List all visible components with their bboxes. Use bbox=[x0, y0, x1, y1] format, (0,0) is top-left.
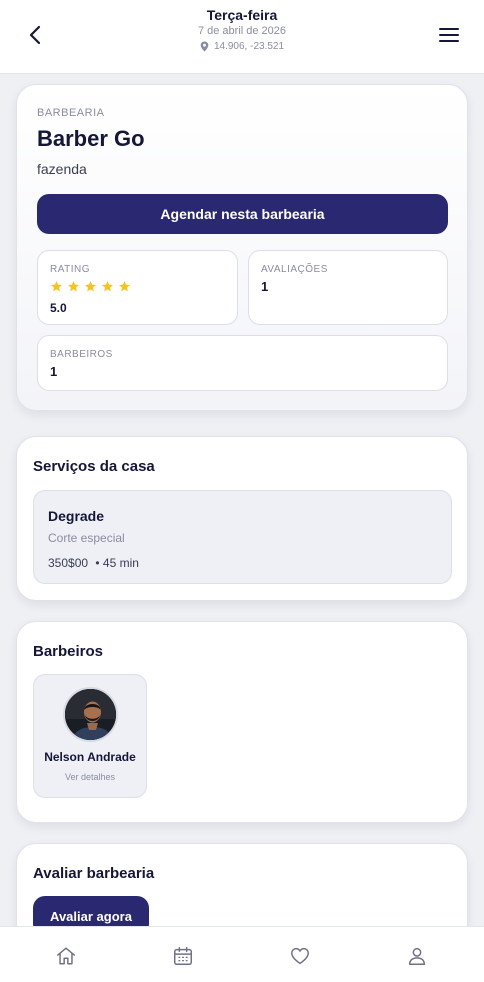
avatar bbox=[63, 687, 118, 742]
barbers-card: Barbeiros Nelson Andrade Ver detalhes bbox=[16, 621, 468, 823]
user-icon bbox=[408, 947, 426, 965]
barber-details-link[interactable]: Ver detalhes bbox=[34, 772, 146, 782]
app-header: Terça-feira 7 de abril de 2026 14.906, -… bbox=[0, 0, 484, 74]
service-duration: • 45 min bbox=[95, 556, 139, 570]
nav-calendar[interactable] bbox=[170, 943, 196, 969]
star-icon bbox=[51, 281, 62, 292]
star-icon bbox=[85, 281, 96, 292]
rating-stars bbox=[50, 280, 131, 293]
home-icon bbox=[57, 947, 75, 965]
hamburger-menu-icon bbox=[439, 28, 459, 42]
service-item[interactable]: Degrade Corte especial 350$00 • 45 min bbox=[33, 490, 452, 584]
nav-favorites[interactable] bbox=[287, 943, 313, 969]
heart-icon bbox=[291, 947, 309, 965]
bottom-nav bbox=[0, 926, 484, 982]
nav-home[interactable] bbox=[53, 943, 79, 969]
barber-photo bbox=[65, 689, 116, 740]
barbers-stat: BARBEIROS 1 bbox=[37, 335, 448, 391]
shop-name: Barber Go bbox=[37, 126, 145, 151]
rating-value: 5.0 bbox=[50, 301, 67, 315]
service-meta: 350$00 • 45 min bbox=[48, 556, 139, 570]
book-shop-button[interactable]: Agendar nesta barbearia bbox=[37, 194, 448, 234]
review-title: Avaliar barbearia bbox=[33, 865, 155, 882]
location-pin-icon bbox=[200, 41, 209, 52]
header-date: 7 de abril de 2026 bbox=[197, 25, 287, 37]
barbers-value: 1 bbox=[50, 364, 58, 379]
rating-stat: RATING 5.0 bbox=[37, 250, 238, 325]
header-info: Terça-feira 7 de abril de 2026 14.906, -… bbox=[0, 7, 484, 52]
shop-subtitle: fazenda bbox=[37, 161, 87, 177]
reviews-stat: AVALIAÇÕES 1 bbox=[248, 250, 448, 325]
barbers-title: Barbeiros bbox=[33, 643, 104, 660]
reviews-label: AVALIAÇÕES bbox=[261, 264, 328, 275]
calendar-icon bbox=[174, 947, 192, 965]
header-location: 14.906, -23.521 bbox=[0, 41, 484, 52]
shop-hero-card: BARBEARIA Barber Go fazenda Agendar nest… bbox=[16, 84, 468, 411]
star-icon bbox=[102, 281, 113, 292]
header-day: Terça-feira bbox=[206, 7, 278, 23]
barbers-label: BARBEIROS bbox=[50, 349, 113, 360]
service-name: Degrade bbox=[48, 508, 105, 524]
shop-eyebrow: BARBEARIA bbox=[37, 107, 105, 119]
services-card: Serviços da casa Degrade Corte especial … bbox=[16, 436, 468, 601]
services-title: Serviços da casa bbox=[33, 458, 155, 475]
star-icon bbox=[68, 281, 79, 292]
star-icon bbox=[119, 281, 130, 292]
rating-label: RATING bbox=[50, 264, 91, 275]
reviews-value: 1 bbox=[261, 279, 269, 294]
service-description: Corte especial bbox=[48, 531, 125, 545]
barber-card[interactable]: Nelson Andrade Ver detalhes bbox=[33, 674, 147, 798]
nav-profile[interactable] bbox=[404, 943, 430, 969]
service-price: 350$00 bbox=[48, 556, 89, 570]
barber-name: Nelson Andrade bbox=[44, 750, 136, 764]
menu-button[interactable] bbox=[436, 22, 462, 48]
header-coordinates: 14.906, -23.521 bbox=[213, 41, 285, 52]
